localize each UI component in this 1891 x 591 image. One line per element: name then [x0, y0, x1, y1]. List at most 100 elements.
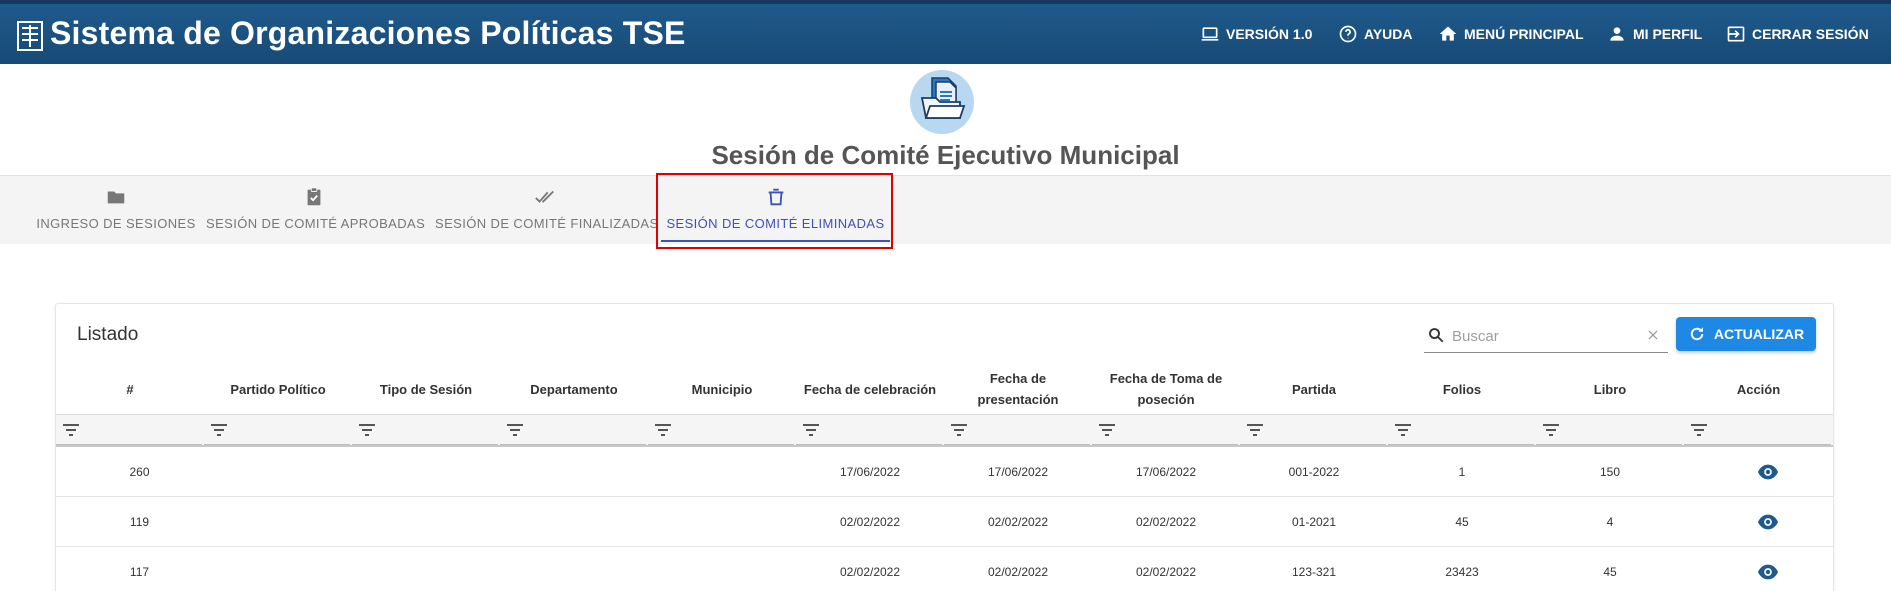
refresh-button[interactable]: ACTUALIZAR [1676, 317, 1816, 351]
filter-icon [654, 423, 672, 437]
cell-tipo [352, 497, 500, 547]
filter-field[interactable] [204, 416, 350, 445]
nav-logout-label: CERRAR SESIÓN [1752, 26, 1869, 42]
filter-field[interactable] [796, 416, 942, 445]
nav-version[interactable]: VERSIÓN 1.0 [1200, 4, 1312, 64]
laptop-icon [1200, 24, 1220, 44]
cell-partida: 01-2021 [1240, 497, 1388, 547]
cell-libro: 45 [1536, 547, 1684, 591]
cell-num: 117 [56, 547, 204, 591]
cell-departamento [500, 446, 648, 497]
cell-partido [204, 497, 352, 547]
folder-icon [105, 186, 127, 208]
cell-partida: 123-321 [1240, 547, 1388, 591]
column-header[interactable]: Municipio [648, 364, 796, 415]
cell-accion [1684, 446, 1833, 497]
help-circle-icon [1338, 24, 1358, 44]
column-header[interactable]: Departamento [500, 364, 648, 415]
filter-field[interactable] [1536, 416, 1682, 445]
view-eye-icon[interactable] [1757, 511, 1779, 533]
cell-partida: 001-2022 [1240, 446, 1388, 497]
column-header[interactable]: Fecha de Toma de poseción [1092, 364, 1240, 415]
filter-field[interactable] [648, 416, 794, 445]
search-box [1424, 318, 1668, 353]
cell-fecha-toma: 17/06/2022 [1092, 446, 1240, 497]
tse-logo-icon [17, 21, 43, 51]
double-check-icon [534, 186, 556, 208]
table-header-row: # Partido Político Tipo de Sesión Depart… [56, 364, 1833, 415]
filter-field[interactable] [1684, 416, 1831, 445]
cell-fecha-toma: 02/02/2022 [1092, 547, 1240, 591]
column-header[interactable]: Partido Político [204, 364, 352, 415]
highlight-box [656, 173, 893, 249]
filter-icon [1098, 423, 1116, 437]
column-header[interactable]: Fecha de celebración [796, 364, 944, 415]
column-header[interactable]: Partida [1240, 364, 1388, 415]
listing-title: Listado [77, 324, 138, 346]
cell-partido [204, 547, 352, 591]
filter-icon [1246, 423, 1264, 437]
table-filter-row [56, 415, 1833, 447]
cell-fecha-celebracion: 02/02/2022 [796, 497, 944, 547]
home-icon [1438, 24, 1458, 44]
nav-help[interactable]: AYUDA [1338, 4, 1413, 64]
search-input[interactable] [1450, 324, 1634, 348]
cell-departamento [500, 497, 648, 547]
tab-label: SESIÓN DE COMITÉ APROBADAS [206, 216, 421, 231]
column-header[interactable]: # [56, 364, 204, 415]
tab-comite-finalizadas[interactable]: SESIÓN DE COMITÉ FINALIZADAS [435, 176, 655, 244]
listing-table: # Partido Político Tipo de Sesión Depart… [56, 364, 1833, 591]
column-header[interactable]: Libro [1536, 364, 1684, 415]
cell-fecha-celebracion: 17/06/2022 [796, 446, 944, 497]
column-header[interactable]: Tipo de Sesión [352, 364, 500, 415]
tab-comite-aprobadas[interactable]: SESIÓN DE COMITÉ APROBADAS [206, 176, 421, 244]
cell-partido [204, 446, 352, 497]
cell-municipio [648, 497, 796, 547]
cell-tipo [352, 446, 500, 497]
filter-field[interactable] [500, 416, 646, 445]
filter-field[interactable] [56, 416, 202, 445]
nav-profile-label: MI PERFIL [1633, 26, 1702, 42]
nav-main-menu-label: MENÚ PRINCIPAL [1464, 26, 1584, 42]
cell-num: 260 [56, 446, 204, 497]
cell-accion [1684, 547, 1833, 591]
table-row: 260 17/06/2022 17/06/2022 17/06/2022 001… [56, 446, 1833, 497]
cell-num: 119 [56, 497, 204, 547]
column-header[interactable]: Folios [1388, 364, 1536, 415]
tab-ingreso-sesiones[interactable]: INGRESO DE SESIONES [36, 176, 196, 244]
cell-fecha-presentacion: 02/02/2022 [944, 497, 1092, 547]
listing-card: Listado ACTUALIZAR # Partido Político Ti… [55, 303, 1834, 591]
nav-profile[interactable]: MI PERFIL [1607, 4, 1702, 64]
cell-fecha-presentacion: 17/06/2022 [944, 446, 1092, 497]
column-header: Acción [1684, 364, 1833, 415]
clipboard-check-icon [303, 186, 325, 208]
filter-field[interactable] [352, 416, 498, 445]
filter-icon [358, 423, 376, 437]
filter-field[interactable] [1092, 416, 1238, 445]
column-header[interactable]: Fecha de presentación [944, 364, 1092, 415]
filter-field[interactable] [944, 416, 1090, 445]
cell-fecha-presentacion: 02/02/2022 [944, 547, 1092, 591]
refresh-label: ACTUALIZAR [1714, 326, 1804, 342]
nav-logout[interactable]: CERRAR SESIÓN [1726, 4, 1869, 64]
refresh-icon [1688, 325, 1706, 343]
view-eye-icon[interactable] [1757, 461, 1779, 483]
filter-field[interactable] [1240, 416, 1386, 445]
nav-version-label: VERSIÓN 1.0 [1226, 26, 1312, 42]
search-icon [1427, 326, 1445, 344]
filter-icon [506, 423, 524, 437]
cell-libro: 4 [1536, 497, 1684, 547]
tab-label: INGRESO DE SESIONES [36, 216, 196, 231]
nav-help-label: AYUDA [1364, 26, 1413, 42]
cell-folios: 23423 [1388, 547, 1536, 591]
cell-accion [1684, 497, 1833, 547]
filter-icon [62, 423, 80, 437]
cell-departamento [500, 547, 648, 591]
clear-icon[interactable] [1646, 328, 1660, 342]
view-eye-icon[interactable] [1757, 561, 1779, 583]
cell-folios: 45 [1388, 497, 1536, 547]
nav-main-menu[interactable]: MENÚ PRINCIPAL [1438, 4, 1584, 64]
filter-field[interactable] [1388, 416, 1534, 445]
tab-bar: INGRESO DE SESIONES SESIÓN DE COMITÉ APR… [0, 175, 1891, 244]
logout-icon [1726, 24, 1746, 44]
